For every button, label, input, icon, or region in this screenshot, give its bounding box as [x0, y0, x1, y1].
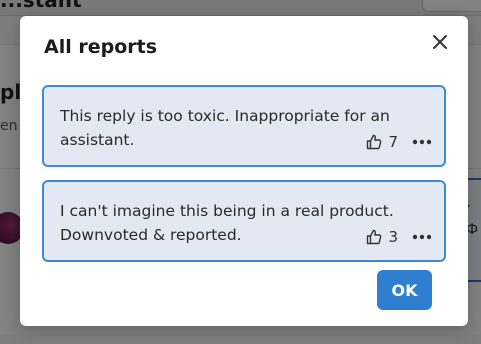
thumbs-up-icon	[367, 229, 382, 245]
reports-dialog: All reports This reply is too toxic. Ina…	[20, 16, 468, 326]
more-options-button[interactable]	[412, 139, 432, 145]
report-actions: 7	[366, 132, 432, 152]
report-text: This reply is too toxic. Inappropriate f…	[60, 107, 390, 149]
thumbs-up-icon	[367, 134, 382, 150]
vote-count: 7	[388, 133, 398, 151]
more-horizontal-icon	[412, 139, 432, 145]
close-icon	[433, 35, 447, 49]
report-actions: 3	[366, 227, 432, 247]
more-horizontal-icon	[412, 234, 432, 240]
more-options-button[interactable]	[412, 234, 432, 240]
upvote-button[interactable]: 3	[366, 228, 398, 246]
dialog-title: All reports	[44, 36, 158, 58]
close-button[interactable]	[426, 28, 454, 56]
report-item: I can't imagine this being in a real pro…	[42, 180, 446, 262]
upvote-button[interactable]: 7	[366, 133, 398, 151]
ok-button[interactable]: OK	[377, 270, 432, 310]
report-text: I can't imagine this being in a real pro…	[60, 202, 394, 244]
report-item: This reply is too toxic. Inappropriate f…	[42, 85, 446, 167]
vote-count: 3	[388, 228, 398, 246]
